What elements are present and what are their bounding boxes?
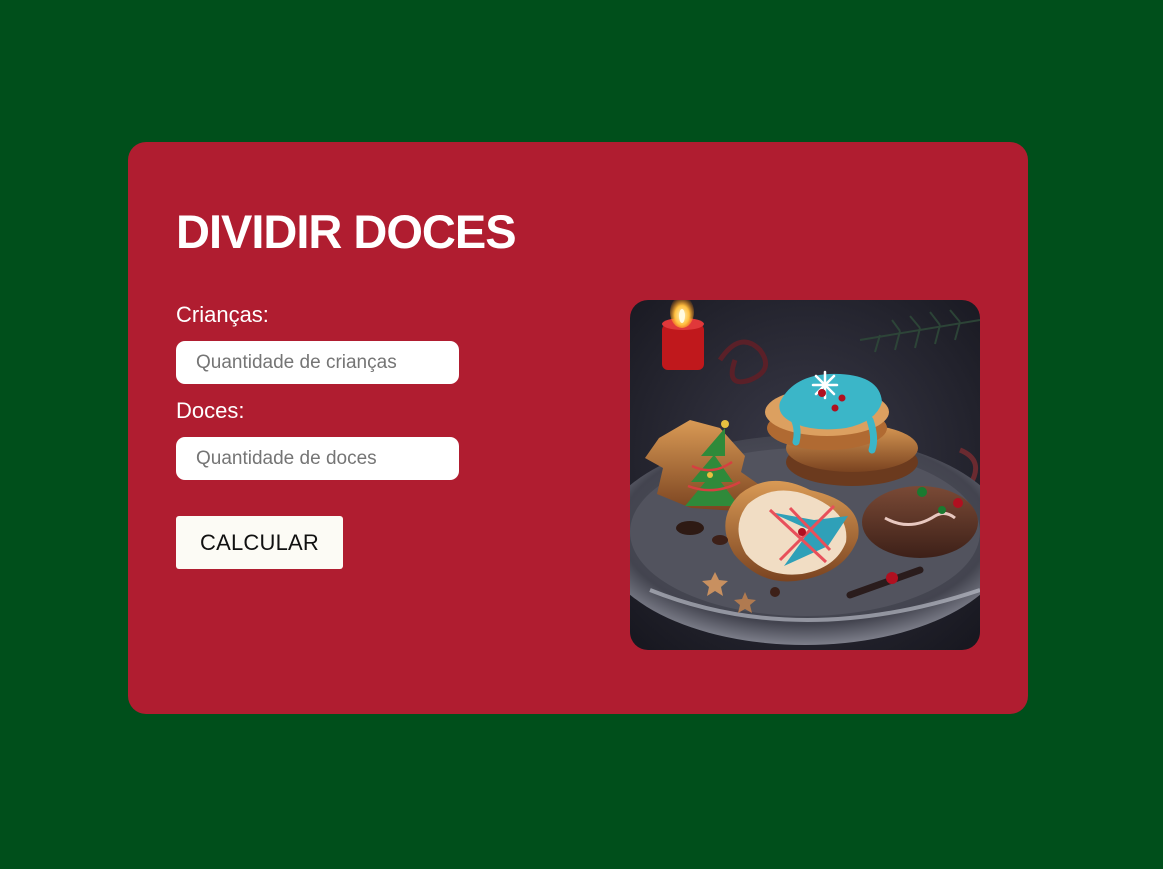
candy-label: Doces: [176,398,245,423]
kids-input[interactable] [176,341,459,384]
calculate-button[interactable]: CALCULAR [176,516,343,569]
page-title: DIVIDIR DOCES [176,205,517,258]
kids-label: Crianças: [176,302,269,327]
christmas-cookies-image [630,300,980,650]
candy-input[interactable] [176,437,459,480]
form-card: DIVIDIR DOCES Crianças: Doces: CALCULAR [128,142,1028,714]
